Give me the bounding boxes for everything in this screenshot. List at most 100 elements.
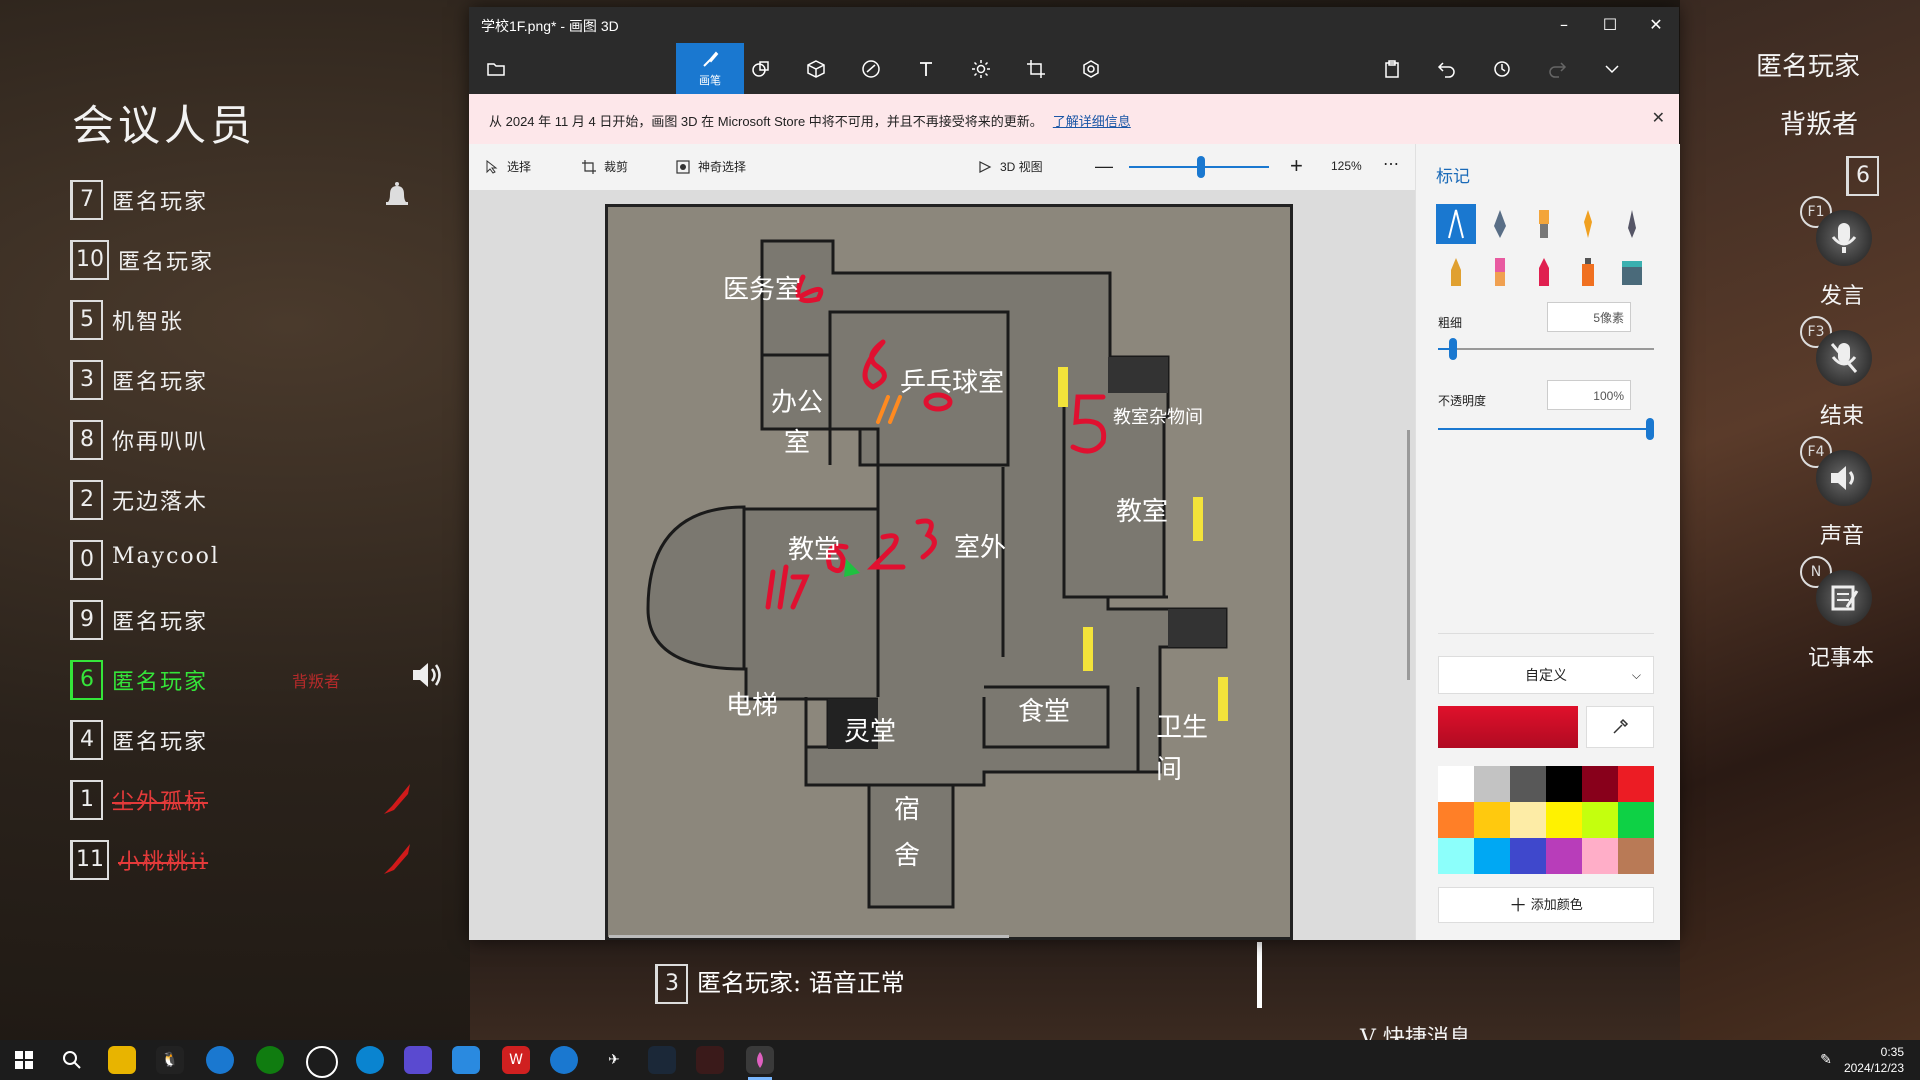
- palette-swatch[interactable]: [1438, 766, 1474, 802]
- qq-icon[interactable]: 🐧: [156, 1046, 184, 1074]
- eraser-brush[interactable]: [1480, 252, 1520, 292]
- select-button[interactable]: 选择: [485, 158, 531, 175]
- add-color-button[interactable]: ＋ 添加颜色: [1438, 887, 1654, 923]
- expand-chevron-icon[interactable]: [1585, 43, 1639, 94]
- member-row[interactable]: 9 匿名玩家: [70, 598, 460, 640]
- member-row[interactable]: 7 匿名玩家: [70, 178, 460, 220]
- magic-select-button[interactable]: 神奇选择: [676, 158, 746, 175]
- mail-icon[interactable]: [452, 1046, 480, 1074]
- paste-button[interactable]: [1365, 43, 1419, 94]
- palette-swatch[interactable]: [1618, 838, 1654, 874]
- pencil-brush[interactable]: [1436, 252, 1476, 292]
- color-mode-dropdown[interactable]: 自定义 ⌵: [1438, 656, 1654, 694]
- thickness-slider[interactable]: [1438, 338, 1654, 360]
- palette-swatch[interactable]: [1510, 766, 1546, 802]
- pixel-pen-brush[interactable]: [1612, 204, 1652, 244]
- member-row[interactable]: 8 你再叭叭: [70, 418, 460, 460]
- paint3d-taskbar-icon[interactable]: [746, 1046, 774, 1074]
- notice-close-icon[interactable]: ✕: [1652, 108, 1665, 128]
- palette-swatch[interactable]: [1582, 838, 1618, 874]
- member-row[interactable]: 2 无边落木: [70, 478, 460, 520]
- member-row[interactable]: 0 Maycool: [70, 538, 460, 580]
- wps-icon[interactable]: W: [502, 1046, 530, 1074]
- member-row[interactable]: 3 匿名玩家: [70, 358, 460, 400]
- palette-swatch[interactable]: [1618, 802, 1654, 838]
- notebook-icon[interactable]: [1816, 570, 1872, 626]
- palette-swatch[interactable]: [1582, 766, 1618, 802]
- opacity-slider[interactable]: [1438, 418, 1654, 440]
- member-row[interactable]: 5 机智张: [70, 298, 460, 340]
- zoom-slider-thumb[interactable]: [1197, 156, 1205, 178]
- xbox-icon[interactable]: [256, 1046, 284, 1074]
- thickness-slider-thumb[interactable]: [1448, 338, 1457, 360]
- palette-swatch[interactable]: [1438, 802, 1474, 838]
- opacity-slider-thumb[interactable]: [1646, 418, 1654, 440]
- watercolor-brush[interactable]: [1568, 204, 1608, 244]
- marker-brush[interactable]: [1436, 204, 1476, 244]
- palette-swatch[interactable]: [1546, 838, 1582, 874]
- app-icon[interactable]: [306, 1046, 338, 1078]
- palette-swatch[interactable]: [1474, 838, 1510, 874]
- palette-swatch[interactable]: [1474, 766, 1510, 802]
- close-button[interactable]: ✕: [1633, 7, 1679, 43]
- effects-tab[interactable]: [954, 43, 1008, 94]
- media-player-icon[interactable]: [404, 1046, 432, 1074]
- file-explorer-icon[interactable]: [108, 1046, 136, 1074]
- 3d-view-button[interactable]: 3D 视图: [978, 158, 1043, 175]
- maximize-button[interactable]: ☐: [1587, 7, 1633, 43]
- redo-button[interactable]: [1530, 43, 1584, 94]
- palette-swatch[interactable]: [1474, 802, 1510, 838]
- thickness-input[interactable]: 5像素: [1547, 302, 1631, 332]
- crayon-brush[interactable]: [1524, 252, 1564, 292]
- member-row[interactable]: 10 匿名玩家: [70, 238, 460, 280]
- member-row[interactable]: 6 匿名玩家 背叛者: [70, 658, 460, 700]
- pen-icon[interactable]: ✎: [1812, 1046, 1840, 1074]
- member-row[interactable]: 11 小桃桃ii: [70, 838, 460, 880]
- member-row[interactable]: 4 匿名玩家: [70, 718, 460, 760]
- opacity-input[interactable]: 100%: [1547, 380, 1631, 410]
- palette-swatch[interactable]: [1546, 766, 1582, 802]
- map-canvas[interactable]: 医务室 办公室 乒乓球室 教室杂物间 教堂 室外 教室 电梯 灵堂 食堂 卫生间…: [605, 204, 1293, 940]
- history-button[interactable]: [1475, 43, 1529, 94]
- feather-app-icon[interactable]: ✈: [600, 1046, 628, 1074]
- palette-swatch[interactable]: [1582, 802, 1618, 838]
- horizontal-scrollbar[interactable]: [609, 935, 1009, 938]
- steam-icon[interactable]: [648, 1046, 676, 1074]
- member-row[interactable]: 1 尘外孤标: [70, 778, 460, 820]
- vertical-scrollbar[interactable]: [1407, 430, 1410, 680]
- zoom-in-button[interactable]: +: [1290, 153, 1303, 179]
- search-icon[interactable]: [58, 1046, 86, 1074]
- palette-swatch[interactable]: [1438, 838, 1474, 874]
- stickers-tab[interactable]: [844, 43, 898, 94]
- fill-bucket-brush[interactable]: [1612, 252, 1652, 292]
- calligraphy-pen-brush[interactable]: [1480, 204, 1520, 244]
- mute-microphone-icon[interactable]: [1816, 330, 1872, 386]
- browser-icon[interactable]: [206, 1046, 234, 1074]
- palette-swatch[interactable]: [1510, 802, 1546, 838]
- current-color-swatch[interactable]: [1438, 706, 1578, 748]
- minimize-button[interactable]: –: [1541, 7, 1587, 43]
- menu-button[interactable]: [469, 43, 523, 94]
- crop-button[interactable]: 裁剪: [582, 158, 628, 175]
- palette-swatch[interactable]: [1618, 766, 1654, 802]
- eyedropper-button[interactable]: [1586, 706, 1654, 748]
- microphone-icon[interactable]: [1816, 210, 1872, 266]
- speaker-icon[interactable]: [1816, 450, 1872, 506]
- canvas-tab[interactable]: [1009, 43, 1063, 94]
- undo-button[interactable]: [1420, 43, 1474, 94]
- palette-swatch[interactable]: [1510, 838, 1546, 874]
- start-button-icon[interactable]: [10, 1046, 38, 1074]
- palette-swatch[interactable]: [1546, 802, 1582, 838]
- 2d-shapes-tab[interactable]: [734, 43, 788, 94]
- system-clock[interactable]: 0:35 2024/12/23: [1844, 1044, 1904, 1076]
- zoom-out-button[interactable]: —: [1095, 156, 1113, 177]
- learn-more-link[interactable]: 了解详细信息: [1053, 114, 1131, 129]
- more-options-icon[interactable]: ⋯: [1383, 154, 1399, 174]
- browser-2-icon[interactable]: [550, 1046, 578, 1074]
- oil-brush[interactable]: [1524, 204, 1564, 244]
- edge-icon[interactable]: [356, 1046, 384, 1074]
- game-icon[interactable]: [696, 1046, 724, 1074]
- text-tab[interactable]: [899, 43, 953, 94]
- spray-can-brush[interactable]: [1568, 252, 1608, 292]
- 3d-library-tab[interactable]: [1064, 43, 1118, 94]
